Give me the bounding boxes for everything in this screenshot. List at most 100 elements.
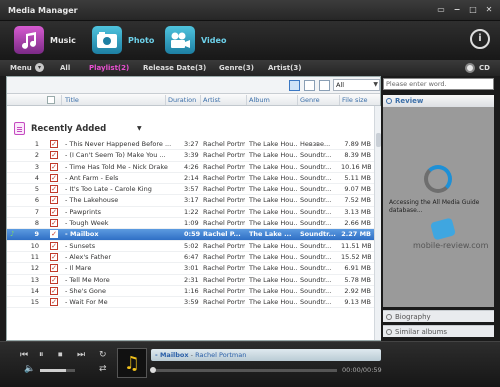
stop-icon[interactable]: ⏹ — [58, 350, 63, 360]
track-checkbox[interactable]: ✓ — [50, 196, 58, 205]
table-row[interactable]: 5 ✓ - It's Too Late - Carole King 3:57 Rache… — [7, 184, 374, 196]
track-number: 2 — [34, 151, 39, 160]
column-header: Title Duration Artist Album Genre File s… — [7, 94, 380, 106]
table-row[interactable]: 12 ✓ - Il Mare 3:01 Rachel Portm... The Lake … — [7, 263, 374, 275]
track-duration: 1:22 — [184, 207, 199, 216]
tab-music[interactable]: Music — [14, 23, 76, 57]
track-checkbox[interactable]: ✓ — [50, 286, 58, 295]
filter-release-date[interactable]: Release Date(3) — [143, 64, 206, 72]
track-title: - Pawprints — [65, 207, 101, 216]
scrollbar-thumb[interactable] — [376, 133, 381, 147]
col-album[interactable]: Album — [249, 96, 270, 104]
maximize-icon[interactable]: □ — [468, 5, 478, 15]
table-row[interactable]: 2 ✓ - (I Can't Seem To) Make You ... 3:39 Ra… — [7, 150, 374, 162]
table-row[interactable]: 1 ✓ - This Never Happened Before ... 3:27 Ra… — [7, 139, 374, 151]
shuffle-icon[interactable]: ⇄ — [99, 364, 107, 374]
track-file-size: 8.39 MB — [344, 151, 371, 160]
table-row[interactable]: 14 ✓ - She's Gone 1:16 Rachel Portm... The La… — [7, 286, 374, 298]
group-title: Recently Added — [31, 124, 107, 134]
track-checkbox[interactable]: ✓ — [50, 264, 58, 273]
track-artist: Rachel Portm... — [203, 207, 245, 216]
table-row[interactable]: 13 ✓ - Tell Me More 2:31 Rachel Portm... The … — [7, 275, 374, 286]
track-artist: Rachel Portm... — [203, 151, 245, 160]
table-row[interactable]: 3 ✓ - Time Has Told Me - Nick Drake 4:26 Rac… — [7, 162, 374, 173]
track-checkbox[interactable]: ✓ — [50, 207, 58, 216]
table-row[interactable]: 4 ✓ - Ant Farm - Eels 2:14 Rachel Portm... Th… — [7, 173, 374, 185]
window-controls: ▭ − □ ✕ — [436, 5, 494, 15]
track-album: The Lake Hou... — [249, 140, 297, 148]
menu-dropdown-icon[interactable]: ▾ — [35, 63, 44, 72]
volume-icon[interactable]: 🔈 — [24, 364, 35, 374]
track-checkbox[interactable]: ✓ — [50, 185, 58, 194]
track-file-size: 9.13 MB — [344, 298, 371, 307]
track-genre: Soundtr... — [300, 173, 332, 182]
track-list-scrollbar[interactable] — [374, 106, 381, 340]
filter-playlist[interactable]: Playlist(2) — [89, 64, 129, 72]
col-title[interactable]: Title — [65, 96, 79, 104]
track-genre: Hевзвe... — [300, 140, 331, 148]
table-row[interactable]: 8 ✓ - Tough Week 1:09 Rachel Portm... The Lak… — [7, 218, 374, 230]
time-display: 00:00/00:59 — [342, 366, 382, 374]
biography-section[interactable]: Biography — [383, 310, 494, 322]
tab-video[interactable]: Video — [165, 23, 226, 57]
chevron-down-icon[interactable]: ▼ — [137, 125, 142, 132]
table-row[interactable]: ♪ 9 ✓ - Mailbox 0:59 Rachel P... The Lake ... S… — [7, 229, 374, 241]
col-duration[interactable]: Duration — [168, 96, 196, 104]
track-artist: Rachel Portm... — [203, 286, 245, 295]
track-checkbox[interactable]: ✓ — [50, 230, 58, 239]
close-icon[interactable]: ✕ — [484, 5, 494, 15]
progress-knob[interactable] — [150, 367, 156, 373]
track-duration: 0:59 — [184, 230, 201, 239]
filter-genre[interactable]: Genre(3) — [219, 64, 254, 72]
filter-artist[interactable]: Artist(3) — [268, 64, 301, 72]
track-checkbox[interactable]: ✓ — [50, 162, 58, 171]
track-checkbox[interactable]: ✓ — [50, 298, 58, 307]
table-row[interactable]: 11 ✓ - Alex's Father 6:47 Rachel Portm... The… — [7, 252, 374, 264]
list-view-icon[interactable] — [289, 80, 300, 91]
playlist-icon — [14, 122, 25, 135]
select-all-checkbox[interactable] — [47, 96, 55, 104]
track-artist: Rachel Portm... — [203, 241, 245, 250]
minimize-icon[interactable]: − — [452, 5, 462, 15]
col-artist[interactable]: Artist — [203, 96, 220, 104]
track-checkbox[interactable]: ✓ — [50, 275, 58, 284]
track-checkbox[interactable]: ✓ — [50, 173, 58, 182]
tab-photo[interactable]: Photo — [92, 23, 154, 57]
track-checkbox[interactable]: ✓ — [50, 219, 58, 228]
table-row[interactable]: 7 ✓ - Pawprints 1:22 Rachel Portm... The Lake… — [7, 207, 374, 219]
restore-icon[interactable]: ▭ — [436, 5, 446, 15]
col-file-size[interactable]: File size — [342, 96, 368, 104]
table-row[interactable]: 6 ✓ - The Lakehouse 3:17 Rachel Portm... The … — [7, 195, 374, 207]
pause-icon[interactable]: ⏸ — [39, 350, 44, 360]
review-header[interactable]: Review — [383, 95, 494, 107]
track-checkbox[interactable]: ✓ — [50, 241, 58, 250]
recently-added-group[interactable]: Recently Added ▼ — [7, 121, 372, 137]
search-input[interactable]: Please enter word. — [383, 78, 494, 90]
track-checkbox[interactable]: ✓ — [50, 151, 58, 160]
next-icon[interactable]: ⏭ — [77, 350, 85, 360]
menu-button[interactable]: Menu — [10, 64, 32, 72]
similar-albums-section[interactable]: Similar albums — [383, 325, 494, 337]
volume-slider[interactable] — [40, 369, 75, 372]
previous-icon[interactable]: ⏮ — [20, 350, 28, 360]
cd-button[interactable]: CD — [465, 63, 490, 73]
player-bar: ⏮ ⏸ ⏹ ⏭ ↻ 🔈 ⇄ ♫ - Mailbox - Rachel Portm… — [0, 341, 500, 387]
filter-all[interactable]: All — [60, 64, 70, 72]
info-panel: Please enter word. Review Accessing the … — [383, 76, 494, 341]
track-artist: Rachel Portm... — [203, 298, 245, 307]
col-genre[interactable]: Genre — [300, 96, 320, 104]
track-title: - The Lakehouse — [65, 196, 119, 205]
table-row[interactable]: 15 ✓ - Wait For Me 3:59 Rachel Portm... The L… — [7, 297, 374, 309]
help-icon[interactable]: i — [470, 29, 490, 49]
track-checkbox[interactable]: ✓ — [50, 252, 58, 261]
track-title: - Time Has Told Me - Nick Drake — [65, 162, 168, 171]
track-genre: Soundtr... — [300, 298, 332, 307]
grid-view-icon[interactable] — [319, 80, 330, 91]
table-row[interactable]: 10 ✓ - Sunsets 5:02 Rachel Portm... The Lake … — [7, 241, 374, 252]
filter-select[interactable]: All ▼ — [333, 79, 380, 91]
progress-bar[interactable] — [151, 369, 337, 372]
repeat-icon[interactable]: ↻ — [99, 350, 107, 360]
detail-view-icon[interactable] — [304, 80, 315, 91]
track-checkbox[interactable]: ✓ — [50, 140, 58, 148]
now-playing-icon: ♪ — [10, 230, 15, 239]
